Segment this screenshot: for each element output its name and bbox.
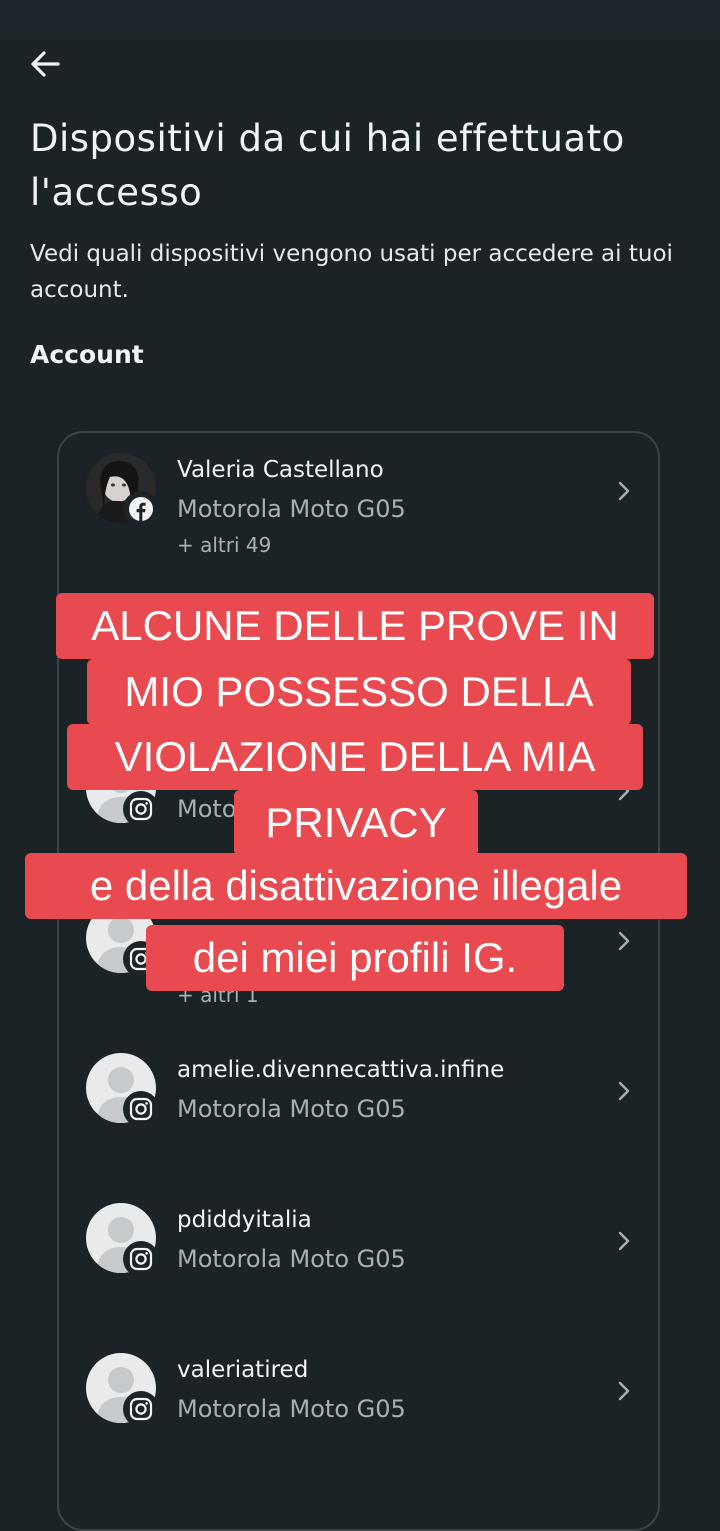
account-name: Valeria Castellano bbox=[177, 457, 384, 483]
page-title: Dispositivi da cui hai effettuato l'acce… bbox=[30, 117, 625, 214]
account-device: Motorola Moto G05 bbox=[177, 1395, 406, 1423]
chevron-right-icon bbox=[618, 781, 630, 801]
arrow-left-icon bbox=[31, 51, 60, 77]
chevron-right-icon bbox=[618, 931, 630, 951]
account-row[interactable]: valeriatired Motorola Moto G05 bbox=[59, 1353, 658, 1493]
account-name: valeriatired bbox=[177, 1357, 309, 1383]
account-name: pdiddyitalia bbox=[177, 1207, 312, 1233]
account-more: + altri 1 bbox=[177, 983, 259, 1007]
instagram-icon bbox=[129, 797, 153, 821]
account-device: Moto bbox=[177, 795, 237, 823]
chevron-right-icon bbox=[618, 1231, 630, 1251]
account-row[interactable]: pdiddyitalia Motorola Moto G05 bbox=[59, 1203, 658, 1343]
chevron-right-icon bbox=[618, 1081, 630, 1101]
instagram-icon bbox=[129, 947, 153, 971]
facebook-badge bbox=[123, 491, 159, 527]
instagram-badge bbox=[123, 791, 159, 827]
status-bar bbox=[0, 0, 720, 40]
account-row[interactable]: Moto bbox=[59, 753, 658, 893]
chevron-right-icon bbox=[618, 1381, 630, 1401]
instagram-badge bbox=[123, 1091, 159, 1127]
account-row[interactable]: amelie.divennecattiva.infine Motorola Mo… bbox=[59, 1053, 658, 1193]
instagram-badge bbox=[123, 1241, 159, 1277]
account-row[interactable]: + altri 1 bbox=[59, 903, 658, 1043]
account-device: Motorola Moto G05 bbox=[177, 1095, 406, 1123]
account-device: Motorola Moto G05 bbox=[177, 1245, 406, 1273]
account-name: amelie.divennecattiva.infine bbox=[177, 1057, 505, 1083]
account-row[interactable]: Valeria Castellano Motorola Moto G05 + a… bbox=[59, 453, 658, 593]
account-more: + altri 49 bbox=[177, 533, 272, 557]
accounts-card: Valeria Castellano Motorola Moto G05 + a… bbox=[57, 431, 660, 1531]
instagram-icon bbox=[129, 1097, 153, 1121]
instagram-badge bbox=[123, 1391, 159, 1427]
section-label-account: Account bbox=[30, 340, 144, 369]
page-subtitle: Vedi quali dispositivi vengono usati per… bbox=[30, 241, 673, 303]
facebook-icon bbox=[129, 497, 153, 521]
instagram-icon bbox=[129, 1397, 153, 1421]
instagram-badge bbox=[123, 941, 159, 977]
instagram-icon bbox=[129, 1247, 153, 1271]
back-button[interactable] bbox=[26, 46, 66, 82]
account-device: Motorola Moto G05 bbox=[177, 495, 406, 523]
chevron-right-icon bbox=[618, 481, 630, 501]
